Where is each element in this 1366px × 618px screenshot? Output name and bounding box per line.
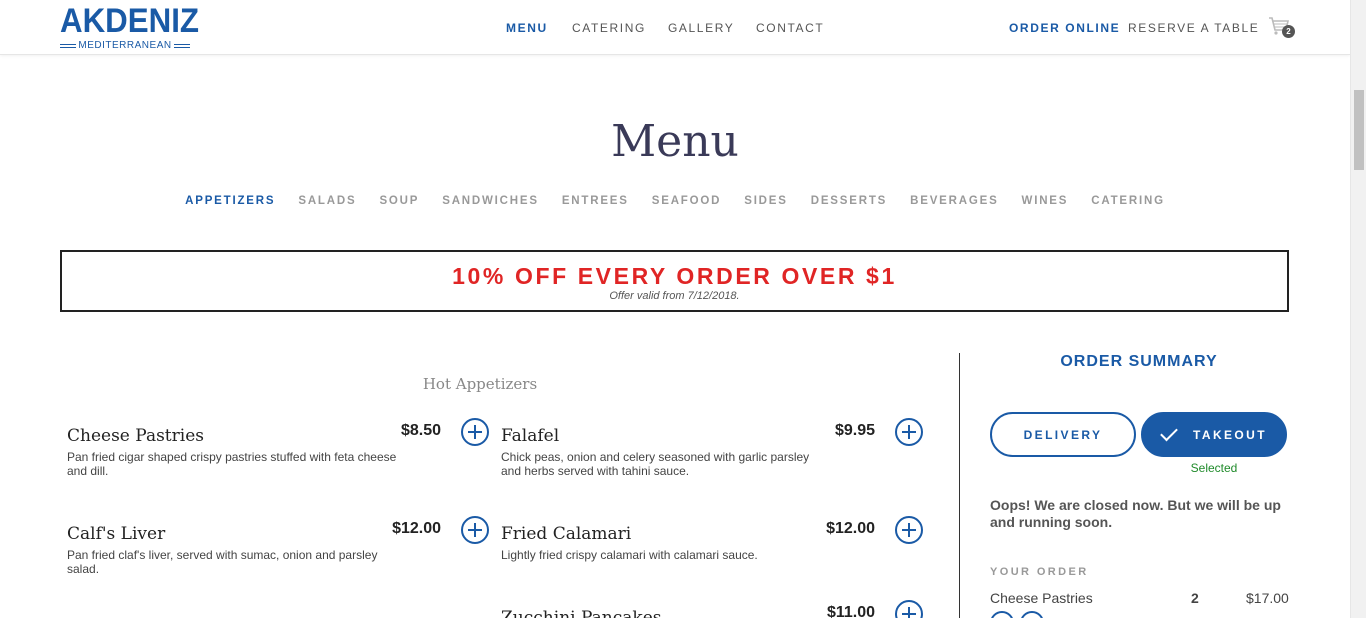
tab-entrees[interactable]: ENTREES [562,195,629,207]
delivery-button[interactable]: DELIVERY [990,412,1136,457]
item-price: $12.00 [826,520,875,537]
your-order-heading: YOUR ORDER [990,566,1089,578]
item-price: $11.00 [826,604,875,618]
item-description: Pan fried claf's liver, served with suma… [67,548,378,576]
selected-label: Selected [1190,461,1238,475]
tab-soup[interactable]: SOUP [379,195,419,207]
increase-qty-button[interactable] [1020,611,1044,618]
promo-banner: 10% OFF EVERY ORDER OVER $1 Offer valid … [60,250,1289,312]
order-line-name: Cheese Pastries [990,590,1093,606]
item-price: $8.50 [400,422,441,439]
cart-button[interactable]: 2 [1268,15,1296,41]
decrease-qty-button[interactable] [990,611,1014,618]
nav-reserve-table[interactable]: RESERVE A TABLE [1128,21,1259,35]
scrollbar[interactable] [1350,0,1366,618]
tab-desserts[interactable]: DESSERTS [811,195,887,207]
tab-seafood[interactable]: SEAFOOD [652,195,721,207]
item-name: Fried Calamari [501,524,632,544]
tab-salads[interactable]: SALADS [298,195,356,207]
tab-sides[interactable]: SIDES [744,195,788,207]
item-description: Pan fried cigar shaped crispy pastries s… [67,450,397,478]
item-name: Zucchini Pancakes [501,608,662,618]
order-summary-title: ORDER SUMMARY [1060,353,1218,370]
item-name: Falafel [501,426,560,446]
promo-subtitle: Offer valid from 7/12/2018. [609,290,740,302]
add-item-button[interactable] [461,516,489,544]
menu-item: Cheese Pastries $8.50 Pan fried cigar sh… [67,418,489,498]
menu-item: Calf's Liver $12.00 Pan fried claf's liv… [67,516,489,596]
section-title: Hot Appetizers [422,375,538,393]
tab-sandwiches[interactable]: SANDWICHES [442,195,539,207]
item-description: Lightly fried crispy calamari with calam… [501,548,758,562]
menu-item: Falafel $9.95 Chick peas, onion and cele… [501,418,923,498]
nav-catering[interactable]: CATERING [572,21,646,35]
item-name: Cheese Pastries [67,426,204,446]
check-icon [1160,423,1178,441]
item-price: $9.95 [834,422,875,439]
item-description: Chick peas, onion and celery seasoned wi… [501,450,810,478]
logo-subtitle-text: MEDITERRANEAN [78,40,172,51]
site-header: AKDENIZ MEDITERRANEAN MENU CATERING GALL… [0,0,1350,55]
closed-message: Oops! We are closed now. But we will be … [990,497,1281,530]
item-name: Calf's Liver [67,524,166,544]
add-item-button[interactable] [895,516,923,544]
page-title: Menu [611,116,739,167]
scroll-thumb[interactable] [1354,90,1364,170]
promo-title: 10% OFF EVERY ORDER OVER $1 [452,263,897,289]
order-line-qty: 2 [1191,590,1199,606]
takeout-label: TAKEOUT [1193,427,1267,442]
nav-gallery[interactable]: GALLERY [668,21,734,35]
order-line-total: $17.00 [1246,590,1289,606]
takeout-button[interactable]: TAKEOUT [1141,412,1287,457]
tab-wines[interactable]: WINES [1022,195,1069,207]
column-divider [959,353,960,618]
add-item-button[interactable] [895,418,923,446]
cart-count-badge: 2 [1282,25,1295,38]
nav-menu[interactable]: MENU [506,21,548,35]
logo-subtitle: MEDITERRANEAN [60,40,190,52]
tab-beverages[interactable]: BEVERAGES [910,195,998,207]
logo[interactable]: AKDENIZ MEDITERRANEAN [60,2,200,52]
category-tabs: APPETIZERS SALADS SOUP SANDWICHES ENTREE… [0,195,1350,207]
add-item-button[interactable] [461,418,489,446]
add-item-button[interactable] [895,600,923,618]
tab-catering[interactable]: CATERING [1091,195,1165,207]
item-price: $12.00 [392,520,441,537]
menu-item: Zucchini Pancakes $11.00 [501,600,923,618]
logo-text: AKDENIZ [60,2,200,40]
nav-contact[interactable]: CONTACT [756,21,824,35]
delivery-label: DELIVERY [1023,427,1103,442]
nav-order-online[interactable]: ORDER ONLINE [1009,21,1120,35]
menu-item: Fried Calamari $12.00 Lightly fried cris… [501,516,923,596]
tab-appetizers[interactable]: APPETIZERS [185,195,275,207]
